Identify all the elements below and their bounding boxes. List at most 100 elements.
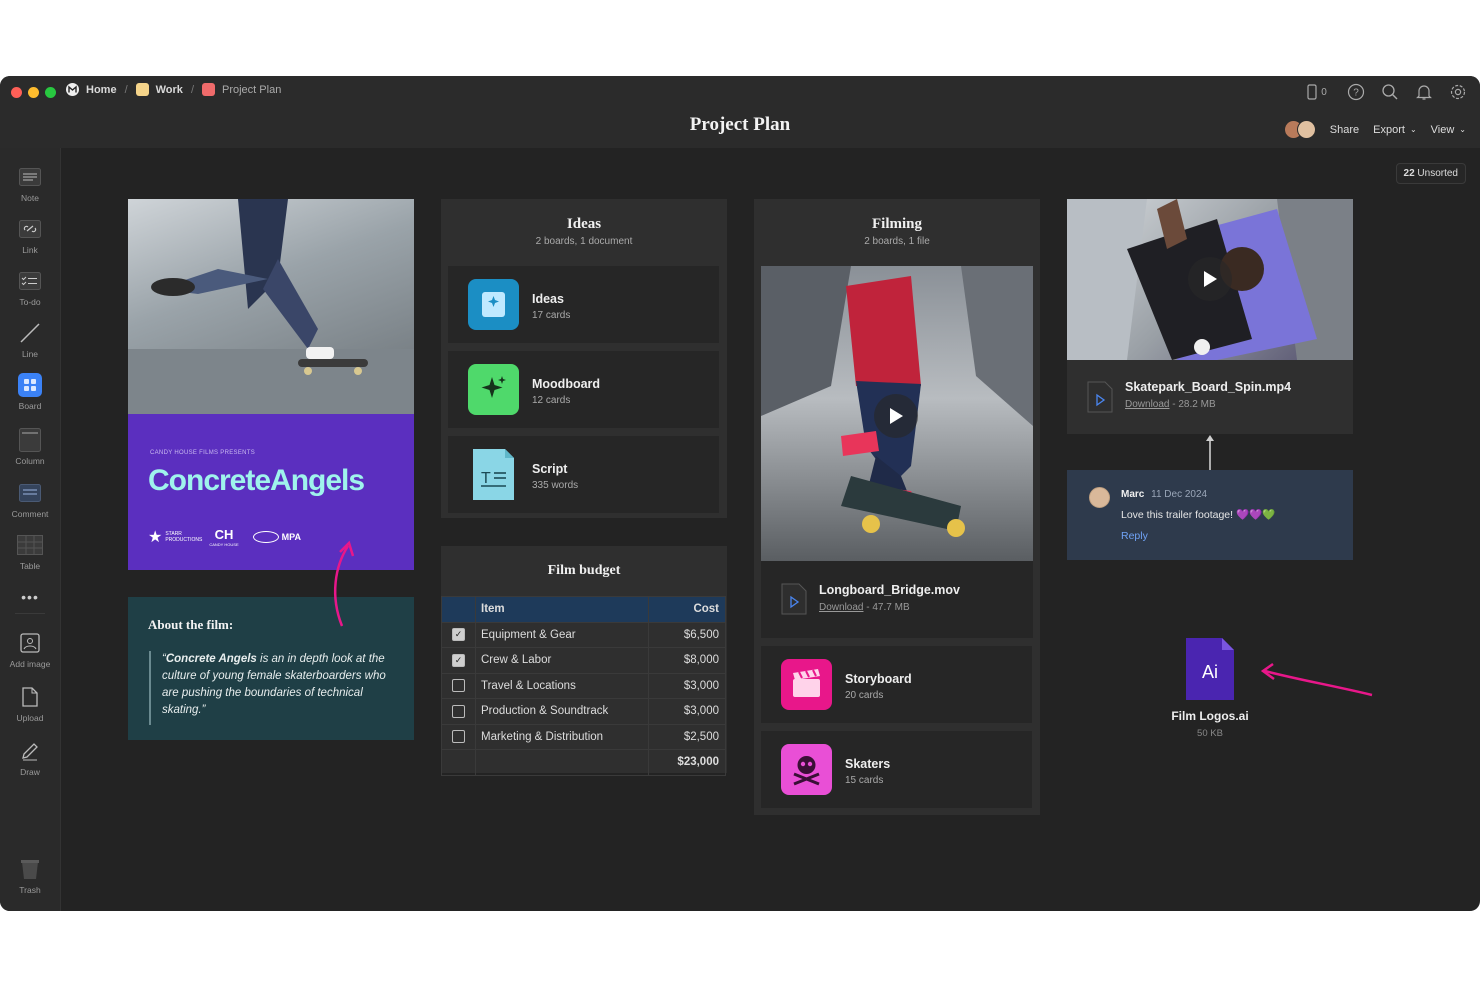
close-window-button[interactable] xyxy=(11,87,22,98)
share-button[interactable]: Share xyxy=(1330,124,1359,136)
table-row: Marketing & Distribution $2,500 xyxy=(441,723,726,750)
trash-button[interactable]: Trash xyxy=(0,856,60,895)
board-item-ideas[interactable]: Ideas 17 cards xyxy=(448,266,719,343)
reply-link[interactable]: Reply xyxy=(1121,530,1148,542)
table-row: Production & Soundtrack $3,000 xyxy=(441,698,726,725)
annotation-arrow xyxy=(333,540,355,627)
tool-todo[interactable]: To-do xyxy=(0,268,60,307)
view-menu[interactable]: View ⌄ xyxy=(1431,124,1466,136)
row-cost: $8,000 xyxy=(648,647,726,674)
tool-note[interactable]: Note xyxy=(0,164,60,203)
device-sync[interactable]: 0 xyxy=(1302,82,1332,102)
row-cost: $2,500 xyxy=(648,723,726,750)
document-item-script[interactable]: T Script 335 words xyxy=(448,436,719,513)
breadcrumb-current[interactable]: Project Plan xyxy=(202,83,281,96)
annotation-arrow xyxy=(1260,662,1373,697)
breadcrumb-home[interactable]: Home xyxy=(66,83,117,96)
logo-text: CANDY HOUSE xyxy=(209,542,239,547)
more-icon: ••• xyxy=(21,589,39,605)
breadcrumb-home-label: Home xyxy=(86,83,117,96)
item-count: 15 cards xyxy=(845,775,884,786)
video-card-skatepark[interactable]: Skatepark_Board_Spin.mp4 Download - 28.2… xyxy=(1067,199,1353,434)
comment-text: Love this trailer footage! 💜💜💚 xyxy=(1121,509,1276,521)
tool-column[interactable]: Column xyxy=(0,427,60,466)
tool-board[interactable]: Board xyxy=(0,372,60,411)
row-cost: $3,000 xyxy=(648,698,726,725)
skater-photo xyxy=(128,199,414,414)
search-icon[interactable] xyxy=(1380,82,1400,102)
play-button[interactable] xyxy=(874,394,918,438)
board-item-storyboard[interactable]: Storyboard 20 cards xyxy=(761,646,1032,723)
trash-icon xyxy=(17,856,43,882)
tool-add-image[interactable]: Add image xyxy=(0,630,60,669)
row-checkbox-cell[interactable] xyxy=(441,723,476,750)
zoom-window-button[interactable] xyxy=(45,87,56,98)
checkbox-unchecked[interactable] xyxy=(452,730,465,744)
tool-upload[interactable]: Upload xyxy=(0,684,60,723)
line-icon xyxy=(17,320,43,346)
comment-header: Marc 11 Dec 2024 xyxy=(1121,489,1207,500)
film-budget-table[interactable]: Film budget Item Cost ✓ Equipment & Gear… xyxy=(441,546,727,776)
chevron-down-icon: ⌄ xyxy=(1459,125,1466,134)
connector-arrow xyxy=(1206,435,1214,470)
quote-bar xyxy=(149,651,151,725)
comment-card[interactable]: Marc 11 Dec 2024 Love this trailer foota… xyxy=(1067,470,1353,560)
row-checkbox-cell[interactable] xyxy=(441,672,476,699)
row-checkbox-cell[interactable] xyxy=(441,698,476,725)
video-thumbnail[interactable] xyxy=(761,266,1033,561)
tool-label: Add image xyxy=(9,659,51,669)
breadcrumb-separator: / xyxy=(124,83,128,96)
candy-house-logo: CH CANDY HOUSE xyxy=(209,527,238,547)
clapperboard-icon xyxy=(781,659,832,710)
tool-link[interactable]: Link xyxy=(0,216,60,255)
row-cost: $3,000 xyxy=(648,672,726,699)
download-link[interactable]: Download xyxy=(1125,399,1169,410)
row-item: Production & Soundtrack xyxy=(475,698,649,725)
gear-icon[interactable] xyxy=(1448,82,1468,102)
board-item-moodboard[interactable]: Moodboard 12 cards xyxy=(448,351,719,428)
cost-header: Cost xyxy=(648,596,726,623)
table-row: Travel & Locations $3,000 xyxy=(441,672,726,699)
row-item: Travel & Locations xyxy=(475,672,649,699)
work-board-icon xyxy=(135,83,149,96)
tool-draw[interactable]: Draw xyxy=(0,738,60,777)
logo-text: MPA xyxy=(281,532,301,542)
sidebar-divider xyxy=(15,613,45,614)
unsorted-counter[interactable]: 22 Unsorted xyxy=(1395,163,1466,184)
checkbox-unchecked[interactable] xyxy=(452,704,465,718)
moodboard-sparkle-icon xyxy=(468,364,519,415)
video-filename: Skatepark_Board_Spin.mp4 xyxy=(1125,380,1292,394)
export-menu[interactable]: Export ⌄ xyxy=(1373,124,1417,136)
checkbox-checked[interactable]: ✓ xyxy=(452,628,465,642)
checkbox-header xyxy=(441,596,476,623)
video-thumbnail[interactable] xyxy=(1067,199,1353,360)
download-link[interactable]: Download xyxy=(819,602,863,613)
column-title: Ideas xyxy=(566,216,602,232)
video-card-longboard[interactable]: Longboard_Bridge.mov Download - 47.7 MB xyxy=(761,266,1033,638)
board-item-skaters[interactable]: Skaters 15 cards xyxy=(761,731,1032,808)
checkbox-unchecked[interactable] xyxy=(452,679,465,693)
quote-film-title: Concrete Angels xyxy=(165,653,257,665)
breadcrumb: Home / Work / Project Plan xyxy=(66,83,281,96)
ideas-column[interactable]: Ideas 2 boards, 1 document Ideas 17 card… xyxy=(441,199,727,518)
more-tools-button[interactable]: ••• xyxy=(0,584,60,613)
about-film-note[interactable]: About the film: “Concrete Angels is an i… xyxy=(128,597,414,740)
tool-table[interactable]: Table xyxy=(0,532,60,571)
help-icon[interactable]: ? xyxy=(1346,82,1366,102)
bell-icon[interactable] xyxy=(1414,82,1434,102)
filming-column[interactable]: Filming 2 boards, 1 file Longboard_Bridg… xyxy=(754,199,1040,815)
collaborator-avatars[interactable] xyxy=(1283,120,1316,139)
file-item-film-logos[interactable]: Ai Film Logos.ai 50 KB xyxy=(1150,638,1270,748)
poster-image-card[interactable]: CANDY HOUSE FILMS PRESENTS ConcreteAngel… xyxy=(128,199,414,570)
row-checkbox-cell[interactable]: ✓ xyxy=(441,621,476,648)
row-checkbox-cell[interactable]: ✓ xyxy=(441,647,476,674)
minimize-window-button[interactable] xyxy=(28,87,39,98)
empty-cell xyxy=(441,749,476,776)
tool-line[interactable]: Line xyxy=(0,320,60,359)
checkbox-checked[interactable]: ✓ xyxy=(452,653,465,667)
play-button[interactable] xyxy=(1188,257,1232,301)
tool-comment[interactable]: Comment xyxy=(0,480,60,519)
breadcrumb-work[interactable]: Work xyxy=(135,83,183,96)
ideas-column-header: Ideas 2 boards, 1 document xyxy=(441,216,727,247)
item-count: 17 cards xyxy=(532,310,571,321)
